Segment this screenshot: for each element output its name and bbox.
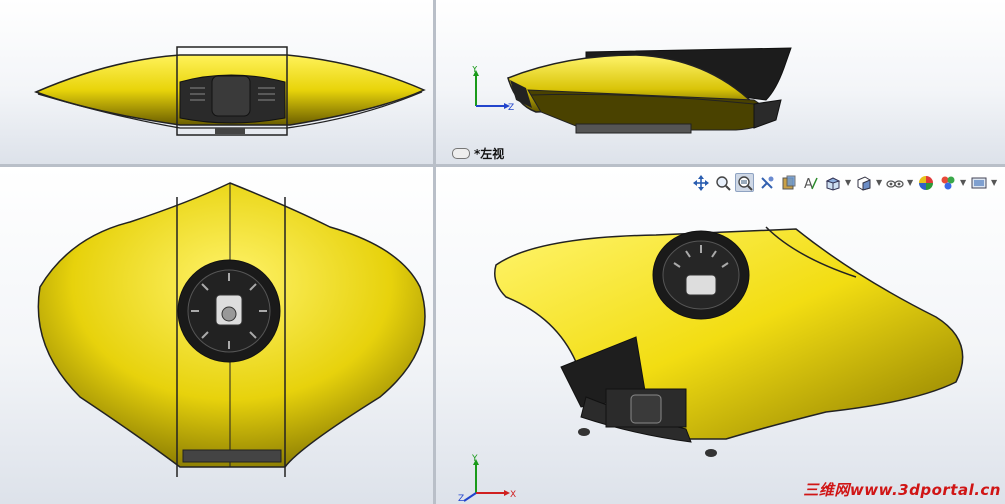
model-front-view: [33, 46, 426, 136]
zoom-to-area-icon[interactable]: [735, 173, 754, 192]
triad-y-label: Y: [471, 66, 478, 75]
chevron-down-icon[interactable]: ▼: [876, 178, 882, 187]
apply-scene-icon[interactable]: [938, 173, 957, 192]
triad-z-label: Z: [458, 494, 464, 503]
view-orientation-icon[interactable]: [823, 173, 842, 192]
cad-graphics-area[interactable]: Y Z *左视 A ▼ ▼ ▼ ▼ ▼ Y X Z 三维网www.3dporta…: [0, 0, 1005, 504]
heads-up-view-toolbar: A ▼ ▼ ▼ ▼ ▼: [691, 173, 997, 192]
svg-text:A: A: [804, 177, 813, 191]
model-top-view: [37, 182, 426, 477]
coordinate-triad: Y Z: [470, 65, 514, 118]
model-left-view: [507, 47, 792, 134]
dynamic-annotation-icon[interactable]: A: [801, 173, 820, 192]
chevron-down-icon[interactable]: ▼: [845, 178, 851, 187]
viewport-front[interactable]: [0, 0, 433, 164]
triad-x-label: X: [510, 490, 516, 500]
move-icon[interactable]: [691, 173, 710, 192]
previous-view-icon[interactable]: [757, 173, 776, 192]
coordinate-triad-iso: Y X Z: [458, 453, 518, 504]
triad-y-label: Y: [471, 454, 478, 464]
viewport-left[interactable]: Y Z *左视: [436, 0, 1005, 164]
watermark-text: 三维网www.3dportal.cn: [803, 481, 1001, 499]
view-name-text: *左视: [474, 147, 505, 161]
view-settings-icon[interactable]: [969, 173, 988, 192]
viewport-splitter-horizontal[interactable]: [0, 164, 1005, 167]
viewport-top[interactable]: [0, 167, 433, 504]
chevron-down-icon[interactable]: ▼: [907, 178, 913, 187]
viewport-splitter-vertical[interactable]: [433, 0, 436, 504]
chevron-down-icon[interactable]: ▼: [991, 178, 997, 187]
hide-show-icon[interactable]: [885, 173, 904, 192]
model-isometric-view: [494, 226, 964, 457]
chevron-down-icon[interactable]: ▼: [960, 178, 966, 187]
section-view-icon[interactable]: [779, 173, 798, 192]
view-name-label: *左视: [452, 145, 504, 162]
triad-z-label: Z: [508, 103, 514, 113]
display-style-icon[interactable]: [854, 173, 873, 192]
link-views-icon[interactable]: [452, 148, 470, 159]
viewport-isometric[interactable]: A ▼ ▼ ▼ ▼ ▼ Y X Z 三维网www.3dportal.cn: [436, 167, 1005, 504]
zoom-to-fit-icon[interactable]: [713, 173, 732, 192]
edit-appearance-icon[interactable]: [916, 173, 935, 192]
